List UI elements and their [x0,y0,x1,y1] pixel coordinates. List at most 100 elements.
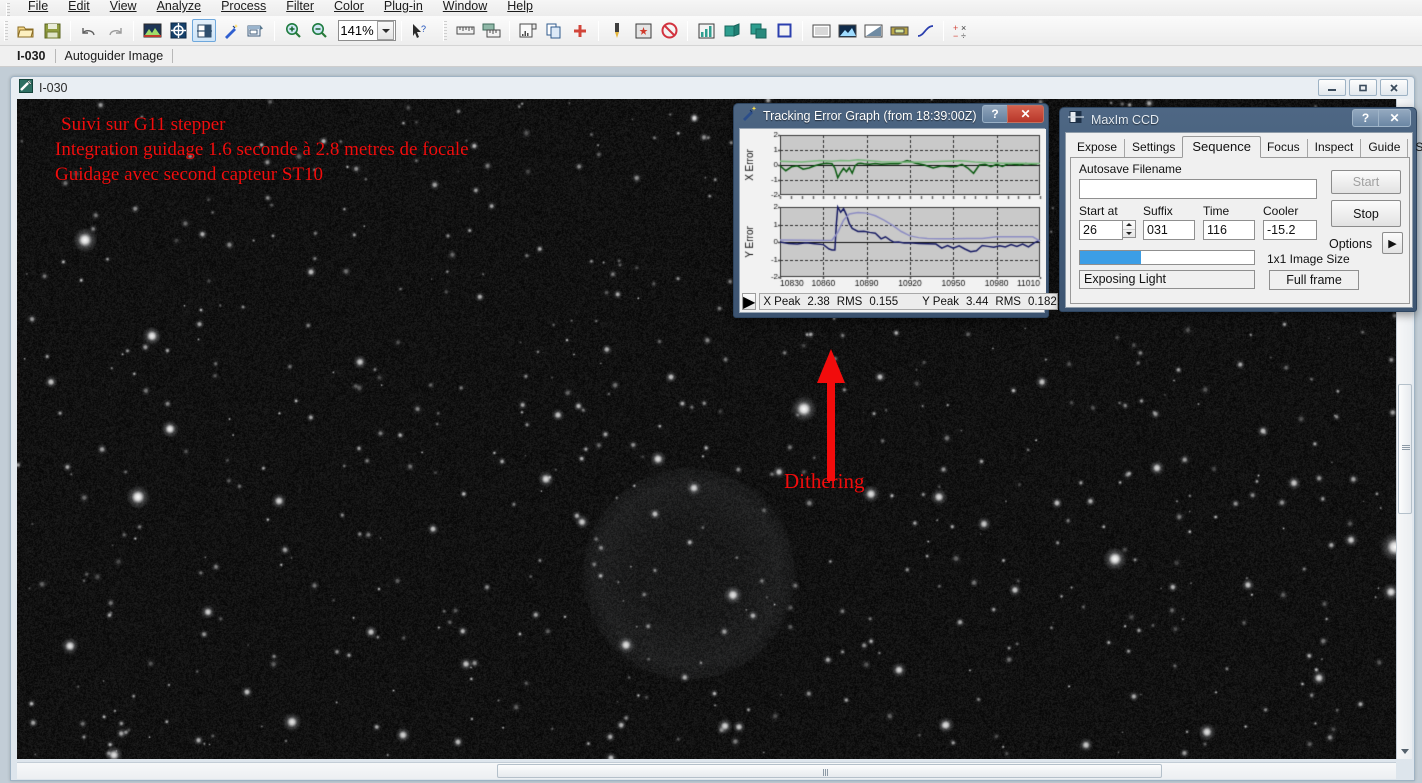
spin-down-button[interactable] [1123,230,1135,238]
toolbar-drag-grip[interactable] [4,21,8,41]
tab-sequence[interactable]: Sequence [1182,136,1261,158]
zoom-out-icon[interactable] [307,19,331,42]
hscroll-thumb[interactable] [497,764,1162,778]
start-button[interactable]: Start [1331,170,1401,194]
x-peak-label: X Peak [763,296,800,308]
restore-button[interactable] [1349,79,1377,96]
options-expand-button[interactable]: ▶ [1382,232,1403,254]
histogram-doc-icon[interactable] [516,19,540,42]
tab-setup[interactable]: Setup [1408,139,1422,157]
camera-settings-icon[interactable] [244,19,268,42]
menu-filter[interactable]: Filter [276,0,324,14]
math-icon[interactable]: +×−÷ [950,19,974,42]
bar-chart-icon[interactable] [694,19,718,42]
menu-file[interactable]: File [18,0,58,14]
maxim-titlebar[interactable]: MaxIm CCD ? ✕ [1060,108,1416,131]
open-folder-icon[interactable] [14,19,38,42]
menu-color[interactable]: Color [324,0,374,14]
document-tab-autoguider-image[interactable]: Autoguider Image [56,46,173,66]
level-icon[interactable] [887,19,911,42]
tracking-statistics-bar: X Peak 2.38 RMS 0.155 Y Peak 3.44 RMS 0.… [759,293,1057,310]
tab-settings[interactable]: Settings [1125,139,1183,157]
checker-icon[interactable] [809,19,833,42]
suffix-input[interactable] [1143,220,1195,240]
image-horizontal-scrollbar[interactable] [17,762,1396,779]
menu-window[interactable]: Window [433,0,497,14]
undo-icon[interactable] [77,19,101,42]
crosshair-target-icon[interactable] [166,19,190,42]
close-button[interactable]: ✕ [1378,109,1411,127]
tab-expose[interactable]: Expose [1070,139,1125,157]
tab-focus[interactable]: Focus [1260,139,1308,157]
maxim-tab-bar: Expose Settings Sequence Focus Inspect G… [1070,137,1410,158]
maxim-window-buttons: ? ✕ [1352,109,1411,127]
menu-view[interactable]: View [100,0,147,14]
start-at-spin-buttons[interactable] [1123,220,1136,238]
start-at-stepper[interactable] [1079,220,1136,240]
help-button[interactable]: ? [982,105,1007,123]
zoom-in-icon[interactable] [281,19,305,42]
curve-icon[interactable] [913,19,937,42]
chevron-down-icon [1401,749,1409,754]
menu-analyze[interactable]: Analyze [147,0,211,14]
menu-help[interactable]: Help [497,0,543,14]
square-outline-icon[interactable] [772,19,796,42]
menu-plugin[interactable]: Plug-in [374,0,433,14]
overlay-icon[interactable] [720,19,744,42]
tracking-graph-titlebar[interactable]: Tracking Error Graph (from 18:39:00Z) ? … [734,104,1048,127]
toolbar-separator-7 [687,21,688,41]
maxim-dl-application-window: File Edit View Analyze Process Filter Co… [0,0,1422,783]
redo-icon[interactable] [103,19,127,42]
zoom-level-combobox[interactable]: 141% [338,20,396,41]
layers-icon[interactable] [746,19,770,42]
image-size-value[interactable]: Full frame [1269,270,1359,290]
telescope-wand-icon[interactable] [218,19,242,42]
chevron-down-icon [382,29,390,33]
plus-icon[interactable] [568,19,592,42]
help-button[interactable]: ? [1352,109,1378,127]
maxim-window-title: MaxIm CCD [1091,113,1159,127]
toolbar-separator-4 [401,21,402,41]
stop-button[interactable]: Stop [1331,200,1401,227]
minimize-button[interactable] [1318,79,1346,96]
zoom-dropdown-button[interactable] [377,21,394,40]
contrast-icon[interactable] [192,19,216,42]
play-pause-button[interactable]: ▶ [742,293,756,310]
tracking-graph-title: Tracking Error Graph (from 18:39:00Z) [763,109,977,123]
exposure-progress-fill [1080,251,1141,264]
x-rms-value: 0.155 [869,296,898,308]
tracking-error-plots[interactable] [740,129,1046,294]
image-size-label: 1x1 Image Size [1267,252,1350,266]
document-tab-i030[interactable]: I-030 [8,46,55,66]
ruler-icon[interactable] [453,19,477,42]
toolbar-drag-grip-2[interactable] [443,21,447,41]
vscroll-thumb[interactable] [1398,384,1412,514]
screen-stretch-icon[interactable] [140,19,164,42]
vscroll-down-button[interactable] [1397,744,1412,759]
menu-drag-grip[interactable] [6,3,10,16]
copy-doc-icon[interactable] [542,19,566,42]
save-disk-icon[interactable] [40,19,64,42]
toolbar-separator-1 [70,21,71,41]
menu-process[interactable]: Process [211,0,276,14]
measure-stack-icon[interactable] [479,19,503,42]
autosave-filename-input[interactable] [1079,179,1317,199]
image-window-titlebar[interactable]: I-030 [11,77,1414,99]
image-document-icon [19,79,33,98]
gradient-icon[interactable] [861,19,885,42]
mountain-icon[interactable] [835,19,859,42]
spin-up-button[interactable] [1123,221,1135,230]
close-button[interactable]: ✕ [1007,105,1044,123]
no-entry-icon[interactable] [657,19,681,42]
star-grid-icon[interactable] [631,19,655,42]
tab-guide[interactable]: Guide [1361,139,1408,157]
tab-inspect[interactable]: Inspect [1308,139,1362,157]
close-button[interactable] [1380,79,1408,96]
pipette-icon[interactable] [605,19,629,42]
help-pointer-icon[interactable]: ? [408,19,432,42]
time-input[interactable] [1203,220,1255,240]
start-at-input[interactable] [1079,220,1123,240]
cooler-input[interactable] [1263,220,1317,240]
hscroll-grip-icon [823,769,829,776]
menu-edit[interactable]: Edit [58,0,100,14]
